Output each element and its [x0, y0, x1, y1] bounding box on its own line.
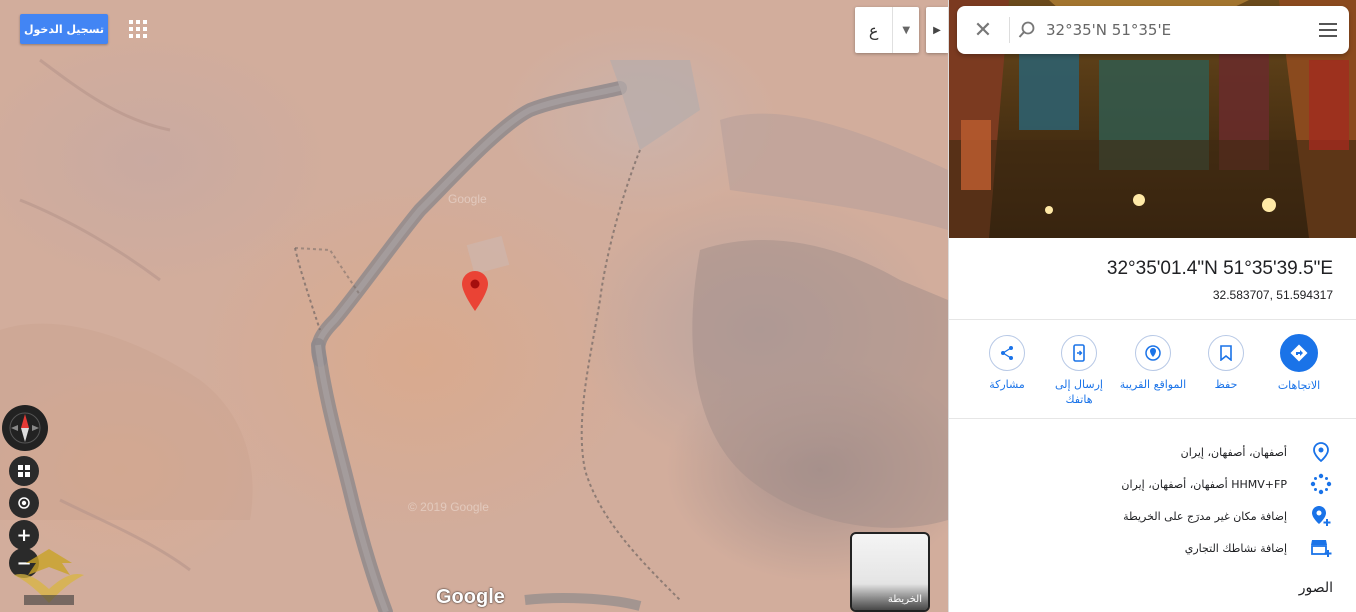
directions-glyph [1290, 344, 1308, 362]
location-marker-icon[interactable] [462, 271, 488, 311]
add-business-icon [1309, 536, 1333, 560]
my-location-button[interactable] [9, 488, 39, 518]
share-label: مشاركة [989, 378, 1025, 391]
photos-heading: الصور [1298, 580, 1333, 596]
divider [949, 418, 1356, 419]
coordinates-decimal: 32.583707, 51.594317 [1212, 288, 1333, 302]
search-box[interactable]: ✕ 32°35'N 51°35'E [957, 6, 1349, 54]
directions-button[interactable]: الاتجاهات [1263, 332, 1335, 393]
plus-code-icon [1309, 472, 1333, 496]
add-place-text: إضافة مكان غير مدرَج على الخريطة [1123, 509, 1287, 523]
save-button[interactable]: حفظ [1190, 332, 1262, 392]
directions-label: الاتجاهات [1277, 379, 1321, 392]
divider [949, 319, 1356, 320]
plus-code-row[interactable]: HHMV+FP أصفهان، أصفهان، إيران [949, 468, 1356, 500]
my-location-icon [18, 497, 30, 509]
collapse-panel-button[interactable]: ▶ [926, 7, 948, 53]
signin-button[interactable]: تسجيل الدخول [20, 14, 108, 44]
place-panel: ✕ 32°35'N 51°35'E 32°35'01.4"N 51°35'39.… [948, 0, 1356, 612]
phone-glyph [1073, 344, 1085, 362]
send-to-phone-button[interactable]: إرسال إلى هاتفك [1043, 332, 1115, 407]
layers-button[interactable] [9, 456, 39, 486]
address-text: أصفهان، أصفهان، إيران [1180, 445, 1287, 459]
language-selector[interactable]: ع ▼ [855, 7, 919, 53]
share-button[interactable]: مشاركة [971, 332, 1043, 392]
directions-icon [1280, 334, 1318, 372]
clear-search-icon[interactable]: ✕ [957, 18, 1009, 43]
save-label: حفظ [1214, 378, 1238, 391]
plus-icon: + [16, 524, 32, 546]
compass-needle-icon [9, 412, 41, 444]
add-place-icon [1309, 504, 1333, 528]
hamburger-menu-icon[interactable] [1307, 23, 1349, 37]
magnifier-glyph [1018, 21, 1035, 38]
send-to-phone-label: إرسال إلى هاتفك [1054, 378, 1103, 406]
nearby-button[interactable]: المواقع القريبة [1117, 332, 1189, 392]
address-row[interactable]: أصفهان، أصفهان، إيران [949, 436, 1356, 468]
caret-right-icon: ▶ [933, 24, 941, 36]
plus-code-text: HHMV+FP أصفهان، أصفهان، إيران [1121, 477, 1287, 491]
forum-watermark-logo [14, 549, 84, 605]
satellite-map[interactable]: Google © 2019 Google تسجيل الدخول ع ▼ ▶ [0, 0, 948, 612]
add-business-row[interactable]: إضافة نشاطك التجاري [949, 532, 1356, 564]
map-watermark: Google [448, 192, 487, 206]
coordinates-title: 32°35'01.4"N 51°35'39.5"E [1106, 258, 1333, 279]
nearby-glyph [1145, 345, 1161, 361]
chevron-down-icon[interactable]: ▼ [892, 7, 919, 53]
action-bar: الاتجاهات حفظ المواقع القريبة إرسال إلى … [949, 332, 1356, 412]
share-icon [989, 335, 1025, 371]
apps-grid-icon[interactable] [129, 20, 147, 38]
grid-icon [18, 465, 30, 477]
map-view-label: الخريطة [852, 584, 928, 610]
add-business-text: إضافة نشاطك التجاري [1184, 541, 1287, 555]
add-place-row[interactable]: إضافة مكان غير مدرَج على الخريطة [949, 500, 1356, 532]
language-letter: ع [868, 20, 879, 40]
share-glyph [1001, 346, 1013, 360]
google-logo: Google [436, 586, 505, 608]
map-watermark: © 2019 Google [408, 500, 489, 514]
compass-icon[interactable] [2, 405, 48, 451]
send-to-phone-icon [1061, 335, 1097, 371]
search-icon[interactable] [1010, 21, 1044, 39]
location-pin-icon [1309, 440, 1333, 464]
bookmark-glyph [1220, 345, 1232, 361]
bookmark-icon [1208, 335, 1244, 371]
map-view-toggle[interactable]: الخريطة [850, 532, 930, 612]
search-input[interactable]: 32°35'N 51°35'E [1044, 21, 1307, 39]
nearby-label: المواقع القريبة [1119, 378, 1187, 391]
nearby-icon [1135, 335, 1171, 371]
